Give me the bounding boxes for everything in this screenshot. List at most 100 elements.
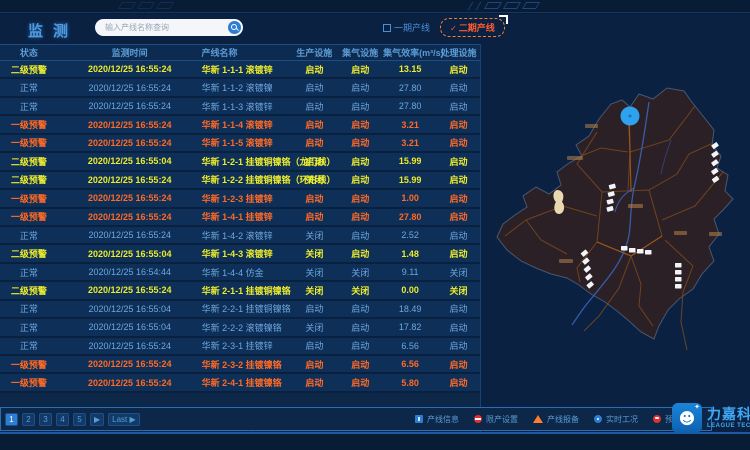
row-line-name: 华新 1-4-1 挂镀锌 xyxy=(202,210,292,223)
page-button-3[interactable]: 3 xyxy=(39,413,52,426)
monitoring-dashboard: 监测 一期产线 ✓二期产线 状态 监测时间 产线名称 生产设施 集气设施 集气效… xyxy=(0,0,750,450)
table-row[interactable]: 一级预警 2020/12/25 16:55:24 华新 2-3-2 挂镀镍铬 启… xyxy=(0,356,480,374)
row-treatment-facility: 关闭 xyxy=(437,266,480,279)
row-treatment-facility: 启动 xyxy=(437,155,480,168)
row-gas-efficiency: 1.00 xyxy=(383,193,437,203)
checkbox-icon xyxy=(383,24,391,32)
brand-logo: ☻✦ 力嘉科技 LEAGUE TECH xyxy=(672,403,750,433)
phase2-toggle[interactable]: ✓二期产线 xyxy=(440,18,505,37)
row-treatment-facility: 启动 xyxy=(437,100,480,113)
row-status: 正常 xyxy=(0,229,58,242)
row-status: 一级预警 xyxy=(0,358,58,371)
row-gas-facility: 启动 xyxy=(337,302,383,315)
district-boundary xyxy=(497,88,733,339)
row-production-facility: 启动 xyxy=(291,302,337,315)
search-icon[interactable] xyxy=(228,21,241,34)
row-production-facility: 关闭 xyxy=(291,321,337,334)
row-gas-facility: 启动 xyxy=(337,118,383,131)
logo-name-cn: 力嘉科技 xyxy=(707,407,750,421)
table-row[interactable]: 二级预警 2020/12/25 16:55:24 华新 2-1-1 挂镀铜镍铬 … xyxy=(0,282,480,300)
row-treatment-facility: 启动 xyxy=(437,63,480,76)
row-production-facility: 启动 xyxy=(291,81,337,94)
page-button-4[interactable]: 4 xyxy=(56,413,69,426)
phase-filter: 一期产线 ✓二期产线 xyxy=(383,18,505,37)
phase1-checkbox[interactable]: 一期产线 xyxy=(383,21,430,34)
check-icon: ✓ xyxy=(450,24,457,33)
pagination: 12345 ▶ Last ▶ xyxy=(5,413,140,426)
row-production-facility: 关闭 xyxy=(291,173,337,186)
row-treatment-facility: 启动 xyxy=(437,118,480,131)
row-gas-efficiency: 27.80 xyxy=(383,212,437,222)
legend-line-report[interactable]: 产线报备 xyxy=(533,414,579,425)
row-gas-efficiency: 27.80 xyxy=(383,101,437,111)
row-gas-efficiency: 6.56 xyxy=(383,341,437,351)
table-row[interactable]: 一级预警 2020/12/25 16:55:24 华新 1-2-3 挂镀锌 启动… xyxy=(0,190,480,208)
line-report-icon xyxy=(533,415,543,423)
table-row[interactable]: 二级预警 2020/12/25 16:55:04 华新 1-2-1 挂镀铜镍铬（… xyxy=(0,153,480,171)
row-gas-facility: 启动 xyxy=(337,321,383,334)
row-status: 二级预警 xyxy=(0,155,58,168)
row-line-name: 华新 1-1-4 滚镀锌 xyxy=(202,118,292,131)
table-row[interactable]: 正常 2020/12/25 16:54:44 华新 1-4-4 仿金 关闭 关闭… xyxy=(0,264,480,282)
row-time: 2020/12/25 16:55:24 xyxy=(58,83,202,93)
row-treatment-facility: 启动 xyxy=(437,136,480,149)
legend-limit-setting[interactable]: 限产设置 xyxy=(474,414,518,425)
row-production-facility: 关闭 xyxy=(291,284,337,297)
row-time: 2020/12/25 16:55:24 xyxy=(58,285,202,295)
row-gas-facility: 启动 xyxy=(337,192,383,205)
top-divider xyxy=(0,12,750,13)
row-gas-facility: 关闭 xyxy=(337,284,383,297)
row-time: 2020/12/25 16:55:24 xyxy=(58,230,202,240)
realtime-status-icon xyxy=(594,415,602,423)
row-production-facility: 启动 xyxy=(291,339,337,352)
row-gas-efficiency: 27.80 xyxy=(383,83,437,93)
table-row[interactable]: 一级预警 2020/12/25 16:55:24 华新 2-4-1 挂镀镍铬 启… xyxy=(0,374,480,392)
row-time: 2020/12/25 16:55:24 xyxy=(58,101,202,111)
search-box[interactable] xyxy=(95,19,243,36)
page-button-2[interactable]: 2 xyxy=(22,413,35,426)
row-status: 二级预警 xyxy=(0,63,58,76)
page-button-1[interactable]: 1 xyxy=(5,413,18,426)
row-treatment-facility: 关闭 xyxy=(437,284,480,297)
logo-icon: ☻✦ xyxy=(672,403,702,433)
table-row[interactable]: 正常 2020/12/25 16:55:04 华新 2-2-2 滚镀镍铬 关闭 … xyxy=(0,319,480,337)
table-row[interactable]: 一级预警 2020/12/25 16:55:24 华新 1-1-5 滚镀锌 启动… xyxy=(0,135,480,153)
table-row[interactable]: 正常 2020/12/25 16:55:24 华新 1-4-2 滚镀锌 关闭 启… xyxy=(0,227,480,245)
row-status: 二级预警 xyxy=(0,173,58,186)
table-row[interactable]: 二级预警 2020/12/25 16:55:24 华新 1-2-2 挂镀铜镍铬（… xyxy=(0,172,480,190)
row-production-facility: 启动 xyxy=(291,155,337,168)
table-row[interactable]: 正常 2020/12/25 16:55:24 华新 1-1-2 滚镀镍 启动 启… xyxy=(0,79,480,97)
row-treatment-facility: 启动 xyxy=(437,192,480,205)
table-row[interactable]: 一级预警 2020/12/25 16:55:24 华新 1-1-4 滚镀锌 启动… xyxy=(0,116,480,134)
last-page-button[interactable]: Last ▶ xyxy=(108,413,140,426)
table-row[interactable]: 正常 2020/12/25 16:55:04 华新 2-2-1 挂镀铜镍铬 启动… xyxy=(0,301,480,319)
table-row[interactable]: 二级预警 2020/12/25 16:55:24 华新 1-1-1 滚镀锌 启动… xyxy=(0,61,480,79)
row-line-name: 华新 2-3-1 挂镀锌 xyxy=(202,339,292,352)
row-gas-efficiency: 1.48 xyxy=(383,249,437,259)
legend-realtime-status[interactable]: 实时工况 xyxy=(594,414,638,425)
limit-setting-icon xyxy=(474,415,482,423)
table-row[interactable]: 二级预警 2020/12/25 16:55:04 华新 1-4-3 滚镀锌 关闭… xyxy=(0,245,480,263)
next-page-button[interactable]: ▶ xyxy=(90,413,104,426)
page-button-5[interactable]: 5 xyxy=(73,413,86,426)
row-line-name: 华新 1-4-3 滚镀锌 xyxy=(202,247,292,260)
row-line-name: 华新 1-4-2 滚镀锌 xyxy=(202,229,292,242)
row-treatment-facility: 启动 xyxy=(437,210,480,223)
search-input[interactable] xyxy=(103,22,228,33)
row-production-facility: 启动 xyxy=(291,376,337,389)
table-row[interactable]: 正常 2020/12/25 16:55:24 华新 2-3-1 挂镀锌 启动 启… xyxy=(0,338,480,356)
row-gas-efficiency: 0.00 xyxy=(383,285,437,295)
row-treatment-facility: 启动 xyxy=(437,358,480,371)
table-row[interactable]: 一级预警 2020/12/25 16:55:24 华新 1-4-1 挂镀锌 启动… xyxy=(0,209,480,227)
row-time: 2020/12/25 16:55:04 xyxy=(58,304,202,314)
table-row[interactable]: 正常 2020/12/25 16:55:24 华新 1-1-3 滚镀锌 启动 启… xyxy=(0,98,480,116)
row-treatment-facility: 启动 xyxy=(437,173,480,186)
row-line-name: 华新 1-1-5 滚镀锌 xyxy=(202,136,292,149)
row-status: 一级预警 xyxy=(0,192,58,205)
row-time: 2020/12/25 16:54:44 xyxy=(58,267,202,277)
active-site-marker[interactable] xyxy=(621,107,640,126)
monitor-table-panel: 状态 监测时间 产线名称 生产设施 集气设施 集气效率(m³/s) 处理设施 二… xyxy=(0,44,481,433)
row-line-name: 华新 1-1-3 滚镀锌 xyxy=(202,100,292,113)
legend-line-info[interactable]: 产线信息 xyxy=(415,414,459,425)
row-treatment-facility: 启动 xyxy=(437,229,480,242)
